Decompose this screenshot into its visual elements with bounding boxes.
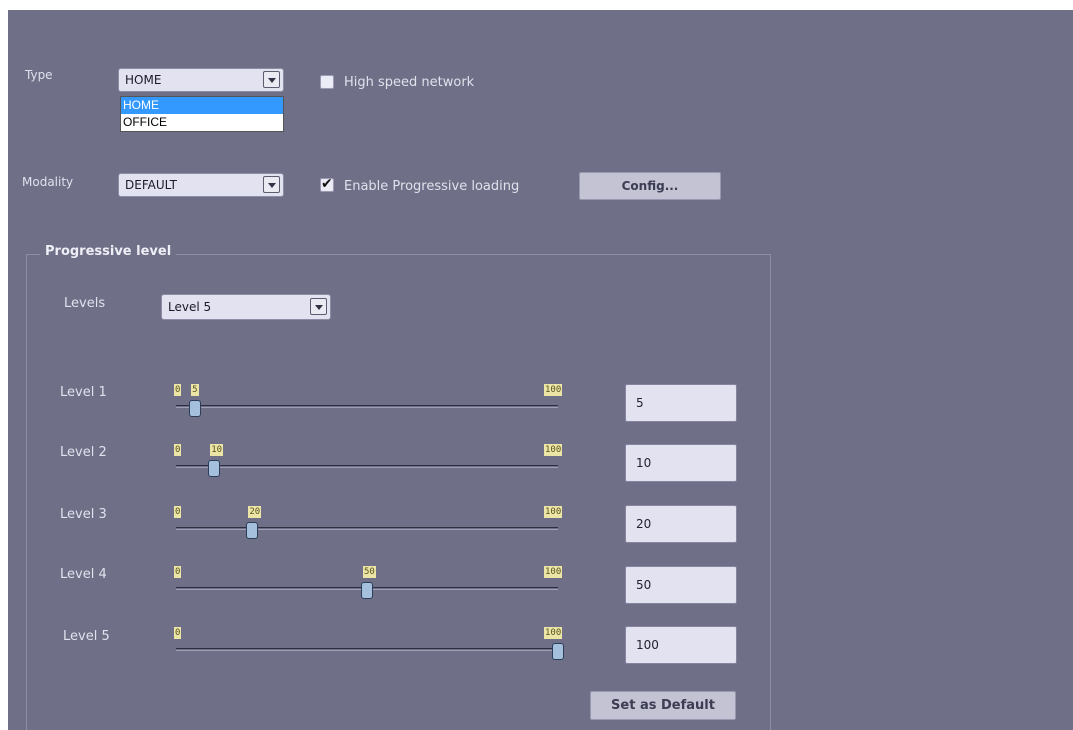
slider-min-label: 0 — [174, 627, 182, 639]
type-label: Type — [25, 68, 53, 82]
progressive-level-title: Progressive level — [40, 244, 177, 259]
levels-select-value: Level 5 — [168, 300, 212, 314]
high-speed-checkbox[interactable] — [320, 75, 334, 89]
type-select[interactable]: HOME — [118, 68, 284, 92]
level-2-value-field[interactable]: 10 — [625, 444, 737, 482]
slider-min-label: 0 — [174, 506, 182, 518]
slider-thumb[interactable] — [361, 582, 373, 599]
slider-max-label: 100 — [544, 506, 563, 518]
type-option-home[interactable]: HOME — [121, 97, 283, 114]
slider-max-label: 100 — [544, 444, 563, 456]
level-5-value-field[interactable]: 100 — [625, 626, 737, 664]
level-1-slider[interactable]: 0 100 5 — [172, 384, 563, 434]
slider-track — [176, 527, 558, 530]
type-dropdown-list: HOME OFFICE — [120, 96, 284, 132]
slider-value-label: 20 — [248, 506, 262, 518]
slider-max-label: 100 — [544, 566, 563, 578]
slider-thumb[interactable] — [552, 643, 564, 660]
slider-max-label: 100 — [544, 384, 563, 396]
set-as-default-button[interactable]: Set as Default — [590, 691, 736, 720]
levels-select[interactable]: Level 5 — [161, 294, 331, 320]
level-3-slider[interactable]: 0 100 20 — [172, 506, 563, 556]
slider-track — [176, 648, 558, 651]
level-4-value-field[interactable]: 50 — [625, 566, 737, 604]
level-2-value-text: 10 — [636, 456, 652, 470]
level-1-value-field[interactable]: 5 — [625, 384, 737, 422]
slider-thumb[interactable] — [246, 522, 259, 539]
slider-min-label: 0 — [174, 444, 182, 456]
chevron-down-icon[interactable] — [263, 176, 280, 193]
type-select-value: HOME — [125, 73, 162, 87]
level-2-label: Level 2 — [60, 445, 107, 460]
level-4-value-text: 50 — [636, 578, 652, 592]
checkmark-icon: ✔ — [321, 176, 333, 192]
slider-thumb[interactable] — [189, 400, 202, 417]
level-4-label: Level 4 — [60, 567, 107, 582]
level-3-label: Level 3 — [60, 507, 107, 522]
slider-track — [176, 405, 558, 408]
slider-max-label: 100 — [544, 627, 563, 639]
level-5-value-text: 100 — [636, 638, 659, 652]
slider-min-label: 0 — [174, 384, 182, 396]
slider-min-label: 0 — [174, 566, 182, 578]
chevron-down-icon[interactable] — [310, 298, 327, 315]
modality-select[interactable]: DEFAULT — [118, 173, 284, 197]
high-speed-label: High speed network — [344, 75, 475, 90]
level-4-slider[interactable]: 0 100 50 — [172, 566, 563, 616]
level-2-slider[interactable]: 0 100 10 — [172, 444, 563, 494]
level-5-slider[interactable]: 0 100 100 — [172, 627, 564, 677]
slider-value-label: 10 — [210, 444, 224, 456]
modality-select-value: DEFAULT — [125, 178, 177, 192]
level-3-value-field[interactable]: 20 — [625, 505, 737, 543]
level-1-value-text: 5 — [636, 396, 644, 410]
chevron-down-icon[interactable] — [263, 71, 280, 88]
modality-label: Modality — [22, 175, 74, 189]
level-1-label: Level 1 — [60, 385, 107, 400]
progressive-loading-label: Enable Progressive loading — [344, 179, 520, 194]
slider-thumb[interactable] — [208, 460, 221, 477]
slider-track — [176, 465, 558, 468]
level-3-value-text: 20 — [636, 517, 652, 531]
levels-label: Levels — [64, 296, 106, 311]
settings-panel: Type HOME HOME OFFICE High speed network… — [8, 10, 1073, 730]
progressive-loading-checkbox[interactable]: ✔ — [320, 176, 334, 192]
slider-value-label: 50 — [363, 566, 376, 578]
type-option-office[interactable]: OFFICE — [121, 114, 283, 131]
config-button[interactable]: Config... — [579, 172, 721, 200]
slider-value-label: 5 — [191, 384, 199, 396]
level-5-label: Level 5 — [63, 629, 110, 644]
